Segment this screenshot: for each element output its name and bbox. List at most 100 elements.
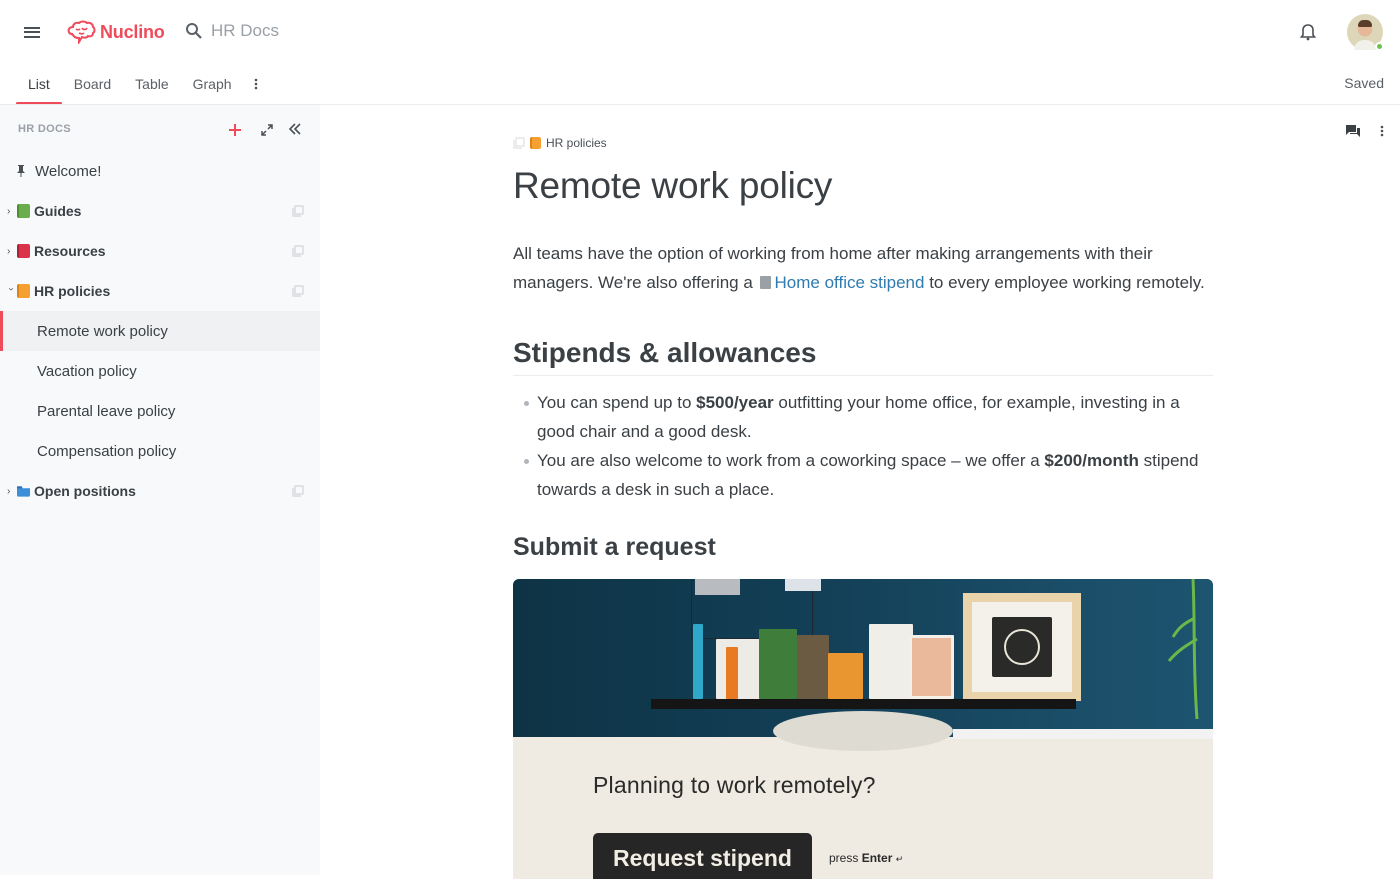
wall-shelf [651,699,1076,709]
orange-book-icon [17,284,30,298]
document-area: HR policies Remote work policy All teams… [320,105,1400,879]
magazine-stripe [726,647,738,699]
sidebar-item-label: Welcome! [35,162,102,180]
tab-list[interactable]: List [16,64,62,105]
list-item[interactable]: You are also welcome to work from a cowo… [513,446,1213,504]
chevron-right-icon[interactable]: › [7,246,15,257]
copy-icon[interactable] [292,485,304,497]
more-options-icon[interactable] [1380,125,1384,137]
chevron-right-icon[interactable]: › [7,206,15,217]
sidebar-item-label: Vacation policy [37,362,137,380]
art-book [869,624,913,699]
copy-icon[interactable] [292,245,304,257]
bullet-amount: $200/month [1044,451,1139,470]
sidebar-item-open-positions[interactable]: › Open positions [0,471,320,511]
magazine [716,639,760,699]
sidebar-item-label: Resources [34,243,106,259]
comments-icon[interactable] [1346,125,1360,137]
hamburger-menu-icon[interactable] [24,24,40,40]
chevron-down-icon[interactable]: › [6,287,17,295]
tab-table[interactable]: Table [123,64,180,104]
more-views-icon[interactable] [244,64,268,104]
home-office-stipend-link[interactable]: Home office stipend [775,273,925,292]
top-bar: Nuclino HR Docs [0,0,1400,64]
green-book-icon [17,204,30,218]
sidebar-item-parental-leave-policy[interactable]: Parental leave policy [0,391,320,431]
sidebar-item-resources[interactable]: › Resources [0,231,320,271]
sidebar-item-remote-work-policy[interactable]: Remote work policy [0,311,320,351]
sidebar-item-welcome[interactable]: Welcome! [0,151,320,191]
tab-board[interactable]: Board [62,64,123,104]
plant [1167,579,1199,719]
list-item[interactable]: You can spend up to $500/year outfitting… [513,388,1213,446]
document-actions [1346,125,1384,137]
search-icon [186,23,202,39]
pink-card [909,635,954,699]
bullet-amount: $500/year [696,393,774,412]
bullet-text: You can spend up to [537,393,697,412]
sidebar-item-compensation-policy[interactable]: Compensation policy [0,431,320,471]
view-tabs: List Board Table Graph [16,64,268,105]
section-heading-submit[interactable]: Submit a request [513,533,716,562]
intro-text-end: to every employee working remotely. [924,273,1205,292]
breadcrumb-collection[interactable]: HR policies [546,136,607,150]
sidebar-tree: Welcome! › Guides › Resources › HR polic… [0,151,320,511]
copy-icon[interactable] [292,205,304,217]
add-item-icon[interactable] [227,122,243,143]
blue-folder-icon [17,486,30,497]
red-book-icon [17,244,30,258]
sidebar-item-label: Guides [34,203,82,219]
sidebar-item-hr-policies[interactable]: › HR policies [0,271,320,311]
travel-book [759,629,797,699]
notebook [797,635,829,699]
copy-icon[interactable] [292,285,304,297]
collapse-sidebar-icon[interactable] [288,122,302,141]
chevron-right-icon[interactable]: › [7,486,15,497]
postcard [785,579,821,591]
stipend-list: You can spend up to $500/year outfitting… [513,388,1213,504]
workspace-name: HR DOCS [18,123,71,135]
search-box[interactable]: HR Docs [185,21,279,41]
enter-key-icon: ↵ [895,854,904,864]
avatar-hair [1358,20,1372,27]
picture-frame [963,593,1081,701]
brand-name: Nuclino [100,21,165,42]
user-avatar[interactable] [1347,14,1384,51]
sidebar-item-label: Remote work policy [37,322,168,340]
form-question: Planning to work remotely? [593,772,876,798]
section-heading-stipends[interactable]: Stipends & allowances [513,337,1213,376]
orange-book-icon [530,137,541,149]
hint-key: Enter [861,851,893,865]
request-stipend-button[interactable]: Request stipend [593,833,812,879]
online-status-dot [1375,42,1384,51]
sidebar: HR DOCS Welcome! › Guides › Resources › … [0,105,320,875]
sidebar-item-label: Parental leave policy [37,402,176,420]
sidebar-item-label: HR policies [34,283,111,299]
pin-icon [17,165,25,177]
copy-icon[interactable] [513,137,525,149]
expand-all-icon[interactable] [261,123,273,141]
sidebar-item-label: Compensation policy [37,442,177,460]
bell-icon[interactable] [1299,23,1317,46]
brand-logo[interactable]: Nuclino [66,20,165,44]
bullet-text: You are also welcome to work from a cowo… [537,451,1045,470]
search-placeholder[interactable]: HR Docs [211,21,279,41]
office-shelf-photo [513,579,1213,751]
intro-paragraph[interactable]: All teams have the option of working fro… [513,239,1213,297]
orange-notebook [828,653,863,699]
sidebar-item-label: Open positions [34,483,136,499]
embedded-form: Planning to work remotely? Request stipe… [513,579,1213,879]
brain-logo-icon [67,20,96,44]
postcard [695,579,740,595]
hint-prefix: press [829,851,862,865]
document-icon [759,276,771,289]
sidebar-item-guides[interactable]: › Guides [0,191,320,231]
pencils [693,624,703,699]
sidebar-item-vacation-policy[interactable]: Vacation policy [0,351,320,391]
tab-graph[interactable]: Graph [181,64,244,104]
fur-rug [773,711,953,751]
breadcrumb[interactable]: HR policies [513,136,607,150]
save-status: Saved [1344,75,1384,91]
avatar-shirt [1354,40,1376,50]
document-title[interactable]: Remote work policy [513,165,832,207]
